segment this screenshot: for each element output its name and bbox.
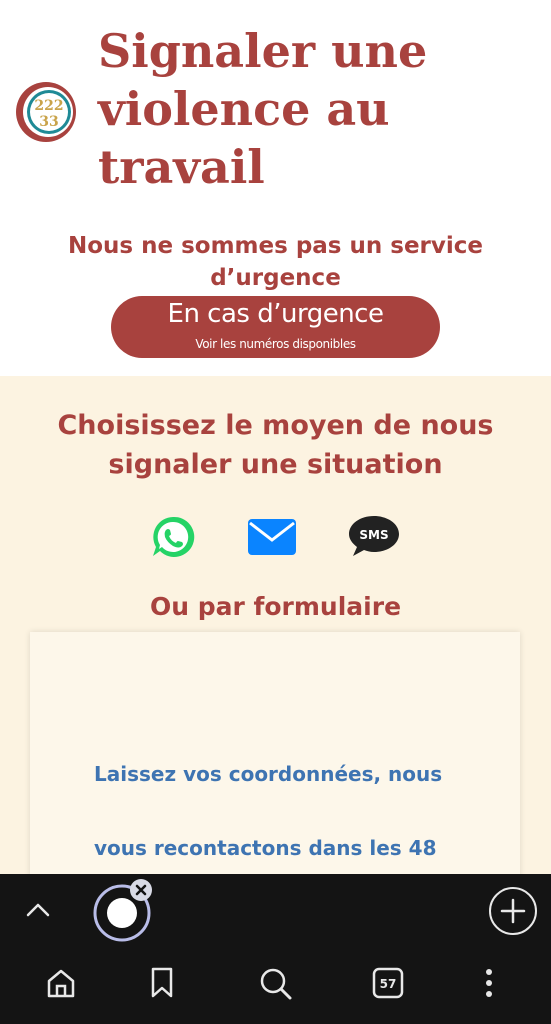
emergency-button[interactable]: En cas d’urgence Voir les numéros dispon…	[111, 296, 440, 358]
report-section: Choisissez le moyen de nous signaler une…	[0, 376, 551, 882]
logo-text-bottom: 33	[39, 114, 58, 130]
bookmark-icon[interactable]	[148, 966, 176, 1000]
emergency-button-label: En cas d’urgence	[167, 299, 384, 329]
home-icon[interactable]	[44, 966, 78, 1000]
tab-count: 57	[380, 977, 397, 991]
search-icon[interactable]	[258, 966, 294, 1002]
form-text-line: vous recontactons dans les 48	[94, 836, 437, 860]
emergency-button-sublabel: Voir les numéros disponibles	[195, 337, 356, 351]
page-header: 222 33 Signaler une violence au travail …	[0, 0, 551, 376]
form-heading: Ou par formulaire	[149, 592, 402, 621]
emergency-notice: Nous ne sommes pas un service d’urgence	[40, 230, 511, 294]
browser-toolbar: 57	[0, 874, 551, 1024]
sms-icon-label: SMS	[359, 528, 388, 542]
close-icon[interactable]	[129, 878, 153, 902]
plus-icon[interactable]	[488, 886, 538, 936]
report-heading-line: signaler une situation	[108, 449, 443, 480]
report-heading: Choisissez le moyen de nous signaler une…	[20, 406, 531, 484]
channel-icons: SMS	[0, 514, 551, 560]
page-title: Signaler une violence au travail	[98, 22, 538, 196]
chevron-up-icon[interactable]	[24, 898, 52, 920]
notice-line: Nous ne sommes pas un service	[68, 233, 483, 259]
notice-line: d’urgence	[210, 265, 341, 291]
title-line: Signaler une	[98, 24, 428, 78]
sms-icon[interactable]: SMS	[349, 514, 399, 560]
mail-icon[interactable]	[247, 514, 297, 560]
logo-text-top: 222	[34, 98, 63, 114]
tabs-icon[interactable]: 57	[371, 966, 405, 1000]
whatsapp-icon[interactable]	[148, 514, 198, 560]
contact-form-card: Laissez vos coordonnées, nous vous recon…	[30, 632, 520, 882]
report-heading-line: Choisissez le moyen de nous	[57, 410, 494, 441]
title-line: violence au	[98, 82, 390, 136]
more-icon[interactable]	[478, 966, 500, 1000]
title-line: travail	[98, 140, 265, 194]
logo: 222 33	[16, 82, 76, 142]
form-text-line: Laissez vos coordonnées, nous	[94, 762, 443, 786]
